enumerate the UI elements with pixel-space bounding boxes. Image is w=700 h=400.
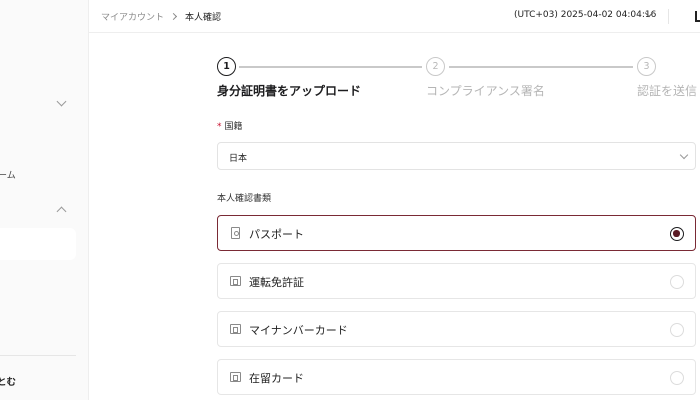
step-2-indicator: 2 (426, 57, 445, 76)
document-option-label: 運転免許証 (249, 276, 304, 289)
sidebar-bottom-label[interactable]: とむ (0, 374, 16, 388)
radio-button[interactable] (670, 227, 684, 241)
sidebar-divider (0, 355, 76, 356)
id-card-icon (230, 372, 241, 382)
nationality-select[interactable]: 日本 (217, 142, 696, 170)
step-2-label: コンプライアンス署名 (426, 84, 545, 98)
chevron-down-icon (679, 150, 689, 160)
sidebar: ーム とむ (0, 0, 89, 400)
chevron-up-icon[interactable] (56, 206, 67, 217)
id-card-icon (230, 324, 241, 334)
step-connector (239, 66, 422, 68)
required-mark: * (217, 122, 222, 132)
sidebar-item-active[interactable] (0, 228, 76, 260)
timezone-datetime[interactable]: (UTC+03) 2025-04-02 04:04:16 (514, 10, 656, 20)
document-option-passport[interactable]: パスポート (217, 215, 696, 251)
chevron-down-icon[interactable] (56, 96, 67, 107)
header-divider (668, 9, 669, 24)
step-1-indicator: 1 (217, 57, 236, 76)
document-option-drivers-license[interactable]: 運転免許証 (217, 263, 696, 299)
step-connector (449, 66, 633, 68)
document-option-residence-card[interactable]: 在留カード (217, 359, 696, 395)
user-icon[interactable] (695, 11, 700, 22)
nationality-label-text: 国籍 (224, 122, 243, 132)
document-option-my-number-card[interactable]: マイナンバーカード (217, 311, 696, 347)
breadcrumb: マイアカウント 本人確認 (101, 10, 221, 23)
document-option-label: マイナンバーカード (249, 324, 348, 337)
passport-icon (231, 227, 240, 239)
document-option-label: 在留カード (249, 372, 304, 385)
radio-button[interactable] (670, 323, 684, 337)
chevron-right-icon (169, 12, 178, 21)
breadcrumb-current: 本人確認 (185, 13, 222, 23)
radio-button[interactable] (670, 371, 684, 385)
id-card-icon (230, 276, 241, 286)
step-3-indicator: 3 (637, 57, 656, 76)
radio-button[interactable] (670, 275, 684, 289)
nationality-value: 日本 (229, 154, 248, 164)
document-option-label: パスポート (249, 228, 304, 241)
sidebar-item-label[interactable]: ーム (0, 168, 16, 181)
breadcrumb-parent-link[interactable]: マイアカウント (101, 10, 164, 23)
top-bar: マイアカウント 本人確認 (UTC+03) 2025-04-02 04:04:1… (89, 0, 700, 33)
nationality-label: * 国籍 (217, 119, 243, 132)
document-type-label: 本人確認書類 (217, 194, 272, 204)
step-1-label: 身分証明書をアップロード (217, 84, 362, 98)
step-3-label: 認証を送信 (637, 84, 698, 98)
